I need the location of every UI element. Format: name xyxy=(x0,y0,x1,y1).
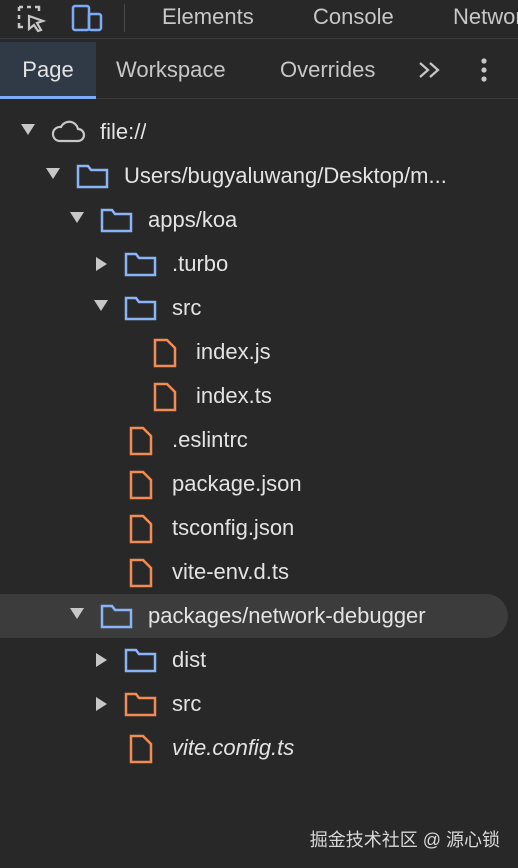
collapse-arrow-icon[interactable] xyxy=(96,257,107,271)
sources-navigator-tabs: Page Workspace Overrides xyxy=(0,42,518,99)
tree-item-label: index.js xyxy=(196,339,271,364)
file-icon xyxy=(128,558,154,593)
folder-icon xyxy=(100,602,134,635)
tree-item-label: .eslintrc xyxy=(172,427,248,452)
tree-item-label: file:// xyxy=(100,119,147,144)
tab-page[interactable]: Page xyxy=(0,42,96,99)
tree-item-users-folder[interactable]: Users/bugyaluwang/Desktop/m... xyxy=(0,154,518,198)
file-icon xyxy=(128,734,154,769)
folder-icon xyxy=(124,646,158,679)
tab-overrides[interactable]: Overrides xyxy=(280,42,375,98)
expand-arrow-icon[interactable] xyxy=(70,212,84,223)
tree-item-dist[interactable]: dist xyxy=(0,638,518,682)
device-toolbar-icon[interactable] xyxy=(70,2,104,34)
tree-item-apps-koa[interactable]: apps/koa xyxy=(0,198,518,242)
tree-item-src-override[interactable]: src xyxy=(0,682,518,726)
tree-item-label: package.json xyxy=(172,471,302,496)
tree-item-file-root[interactable]: file:// xyxy=(0,110,518,154)
file-icon xyxy=(128,426,154,461)
tree-item-label: vite-env.d.ts xyxy=(172,559,289,584)
tree-item-label: index.ts xyxy=(196,383,272,408)
tree-item-vite-config[interactable]: vite.config.ts xyxy=(0,726,518,770)
tree-item-eslintrc[interactable]: .eslintrc xyxy=(0,418,518,462)
file-icon xyxy=(152,338,178,373)
folder-icon xyxy=(76,162,110,195)
file-icon xyxy=(152,382,178,417)
tree-item-label: apps/koa xyxy=(148,207,238,232)
devtools-main-toolbar: Elements Console Network xyxy=(0,0,518,39)
tree-item-label: dist xyxy=(172,647,207,672)
tree-item-label: src xyxy=(172,691,202,716)
tab-network[interactable]: Network xyxy=(453,0,518,38)
tab-workspace[interactable]: Workspace xyxy=(116,42,226,98)
tree-item-vite-env[interactable]: vite-env.d.ts xyxy=(0,550,518,594)
more-options-icon[interactable] xyxy=(470,42,498,98)
expand-arrow-icon[interactable] xyxy=(46,168,60,179)
expand-arrow-icon[interactable] xyxy=(21,124,35,135)
folder-icon xyxy=(100,206,134,239)
file-icon xyxy=(128,514,154,549)
tree-item-network-debugger[interactable]: packages/network-debugger xyxy=(0,594,508,638)
tree-item-src[interactable]: src xyxy=(0,286,518,330)
tree-item-label: packages/network-debugger xyxy=(148,603,426,628)
tree-item-index-js[interactable]: index.js xyxy=(0,330,518,374)
folder-icon xyxy=(124,690,158,723)
collapse-arrow-icon[interactable] xyxy=(96,697,107,711)
cloud-icon xyxy=(50,120,86,149)
tree-item-index-ts[interactable]: index.ts xyxy=(0,374,518,418)
tree-item-label: vite.config.ts xyxy=(172,735,295,760)
inspect-element-icon[interactable] xyxy=(14,2,48,34)
more-tabs-chevron-icon[interactable] xyxy=(414,42,446,98)
tree-item-tsconfig-json[interactable]: tsconfig.json xyxy=(0,506,518,550)
tree-item-turbo[interactable]: .turbo xyxy=(0,242,518,286)
folder-icon xyxy=(124,250,158,283)
watermark: 掘金技术社区 @ 源心锁 xyxy=(309,830,500,850)
tab-elements[interactable]: Elements xyxy=(162,0,254,38)
toolbar-separator xyxy=(124,4,125,32)
tree-item-package-json[interactable]: package.json xyxy=(0,462,518,506)
tree-item-label: tsconfig.json xyxy=(172,515,295,540)
tree-item-label: src xyxy=(172,295,202,320)
expand-arrow-icon[interactable] xyxy=(70,608,84,619)
file-icon xyxy=(128,470,154,505)
collapse-arrow-icon[interactable] xyxy=(96,653,107,667)
folder-icon xyxy=(124,294,158,327)
tab-console[interactable]: Console xyxy=(313,0,394,38)
expand-arrow-icon[interactable] xyxy=(94,300,108,311)
tree-item-label: .turbo xyxy=(172,251,229,276)
tree-item-label: Users/bugyaluwang/Desktop/m... xyxy=(124,163,447,188)
